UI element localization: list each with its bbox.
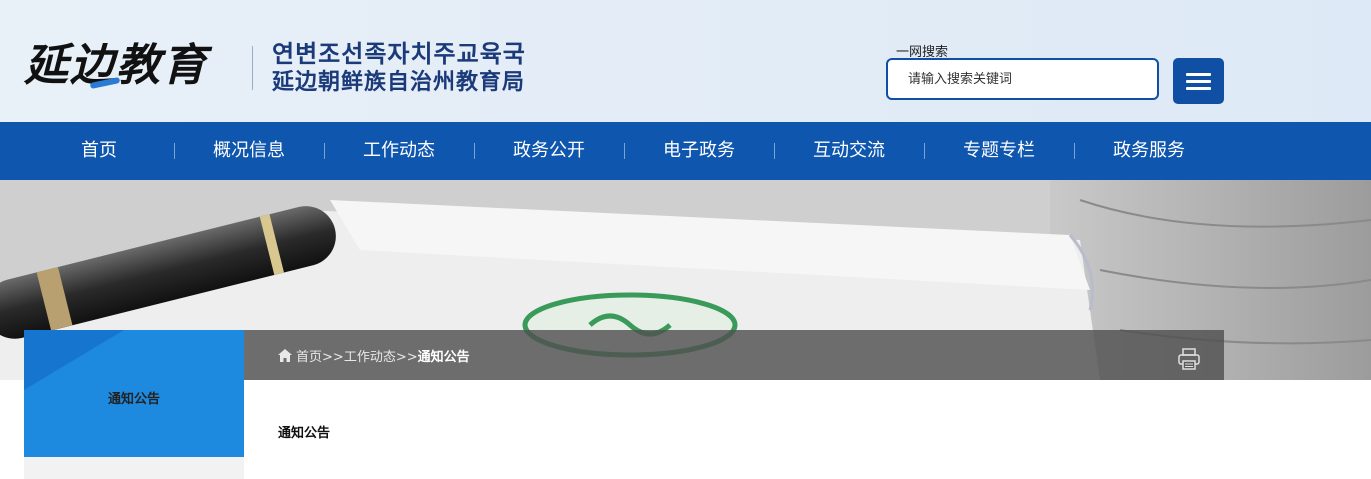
org-name-chinese: 延边朝鲜族自治州教育局 <box>272 70 526 95</box>
breadcrumb-separator: >> <box>395 350 418 365</box>
print-icon[interactable] <box>1178 348 1200 370</box>
nav-item-e-government[interactable]: 电子政务 <box>624 122 774 180</box>
nav-item-gov-affairs-open[interactable]: 政务公开 <box>474 122 624 180</box>
hamburger-menu-icon <box>1186 87 1211 90</box>
sidebar-list <box>24 457 244 479</box>
site-header: 延边教育 연변조선족자치주교육국 延边朝鲜族自治州教育局 一网搜索 <box>0 0 1371 122</box>
nav-item-overview[interactable]: 概况信息 <box>174 122 324 180</box>
breadcrumb-work-news[interactable]: 工作动态 <box>344 350 396 365</box>
breadcrumb-current: 通知公告 <box>417 350 470 365</box>
main-nav: 首页 概况信息 工作动态 政务公开 电子政务 互动交流 专题专栏 政务服务 <box>0 122 1371 180</box>
content-title: 通知公告 <box>278 426 331 441</box>
logo-divider <box>252 46 253 90</box>
decorative-triangle <box>24 330 124 390</box>
nav-item-work-news[interactable]: 工作动态 <box>324 122 474 180</box>
hamburger-menu-icon <box>1186 80 1211 83</box>
menu-button[interactable] <box>1173 58 1224 104</box>
sidebar-title[interactable]: 通知公告 <box>24 388 244 407</box>
nav-item-gov-services[interactable]: 政务服务 <box>1074 122 1224 180</box>
hamburger-menu-icon <box>1186 73 1211 76</box>
nav-item-home[interactable]: 首页 <box>24 122 174 180</box>
nav-item-special-topics[interactable]: 专题专栏 <box>924 122 1074 180</box>
breadcrumb-home[interactable]: 首页 <box>296 350 322 365</box>
home-icon[interactable] <box>278 349 292 362</box>
sidebar-section-header: 通知公告 <box>24 330 244 457</box>
breadcrumb-bar: 首页>>工作动态>>通知公告 <box>244 330 1224 380</box>
breadcrumb-separator: >> <box>322 350 344 365</box>
search-input[interactable] <box>886 58 1159 100</box>
logo-calligraphy[interactable]: 延边教育 <box>24 38 208 94</box>
breadcrumb: 首页>>工作动态>>通知公告 <box>278 346 470 365</box>
nav-item-interaction[interactable]: 互动交流 <box>774 122 924 180</box>
